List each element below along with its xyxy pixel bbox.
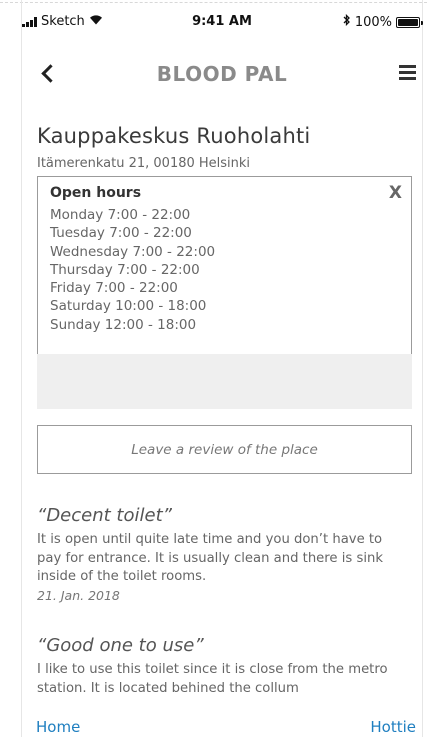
app-header: BLOOD PAL	[22, 52, 422, 96]
hours-thursday: Thursday 7:00 - 22:00	[50, 261, 200, 278]
place-address: Itämerenkatu 21, 00180 Helsinki	[37, 156, 251, 171]
review-title: “Decent toilet”	[37, 505, 172, 526]
frame-right-edge	[422, 0, 423, 737]
frame-top-edge	[0, 2, 427, 3]
close-hours-button[interactable]: X	[389, 183, 402, 203]
battery-level	[398, 18, 418, 26]
hours-friday: Friday 7:00 - 22:00	[50, 280, 178, 297]
image-placeholder	[37, 354, 412, 409]
open-hours-list: Monday 7:00 - 22:00 Tuesday 7:00 - 22:00…	[50, 206, 215, 334]
frame-left-edge	[21, 0, 22, 737]
review-item: “Decent toilet” It is open until quite l…	[37, 505, 407, 605]
battery-icon	[396, 16, 423, 28]
status-right: 100%	[343, 13, 423, 30]
hours-sunday: Sunday 12:00 - 18:00	[50, 316, 197, 333]
bluetooth-icon	[343, 13, 351, 30]
hours-tuesday: Tuesday 7:00 - 22:00	[50, 225, 192, 242]
review-body: It is open until quite late time and you…	[37, 532, 383, 584]
open-hours-panel: Open hours X Monday 7:00 - 22:00 Tuesday…	[37, 176, 412, 355]
status-bar: Sketch 9:41 AM 100%	[22, 6, 423, 34]
leave-review-button[interactable]: Leave a review of the place	[37, 425, 412, 474]
review-title: “Good one to use”	[37, 635, 204, 656]
hours-saturday: Saturday 10:00 - 18:00	[50, 298, 207, 315]
hours-wednesday: Wednesday 7:00 - 22:00	[50, 243, 216, 260]
tab-bar: Home Hottie	[22, 712, 422, 737]
tab-hottie[interactable]: Hottie	[370, 718, 416, 736]
battery-percent: 100%	[354, 14, 392, 30]
review-item: “Good one to use” I like to use this toi…	[37, 635, 407, 698]
open-hours-title: Open hours	[50, 185, 142, 201]
review-body: I like to use this toilet since it is cl…	[37, 662, 388, 696]
app-title: BLOOD PAL	[156, 62, 288, 86]
place-name: Kauppakeskus Ruoholahti	[37, 124, 311, 148]
hamburger-menu-icon	[394, 65, 420, 80]
hours-monday: Monday 7:00 - 22:00	[50, 207, 191, 223]
review-date: 21. Jan. 2018	[37, 587, 120, 603]
tab-home[interactable]: Home	[36, 718, 80, 736]
app-screen: Sketch 9:41 AM 100% BLOOD PAL Kauppakesk…	[0, 0, 427, 737]
menu-button[interactable]	[394, 62, 420, 86]
